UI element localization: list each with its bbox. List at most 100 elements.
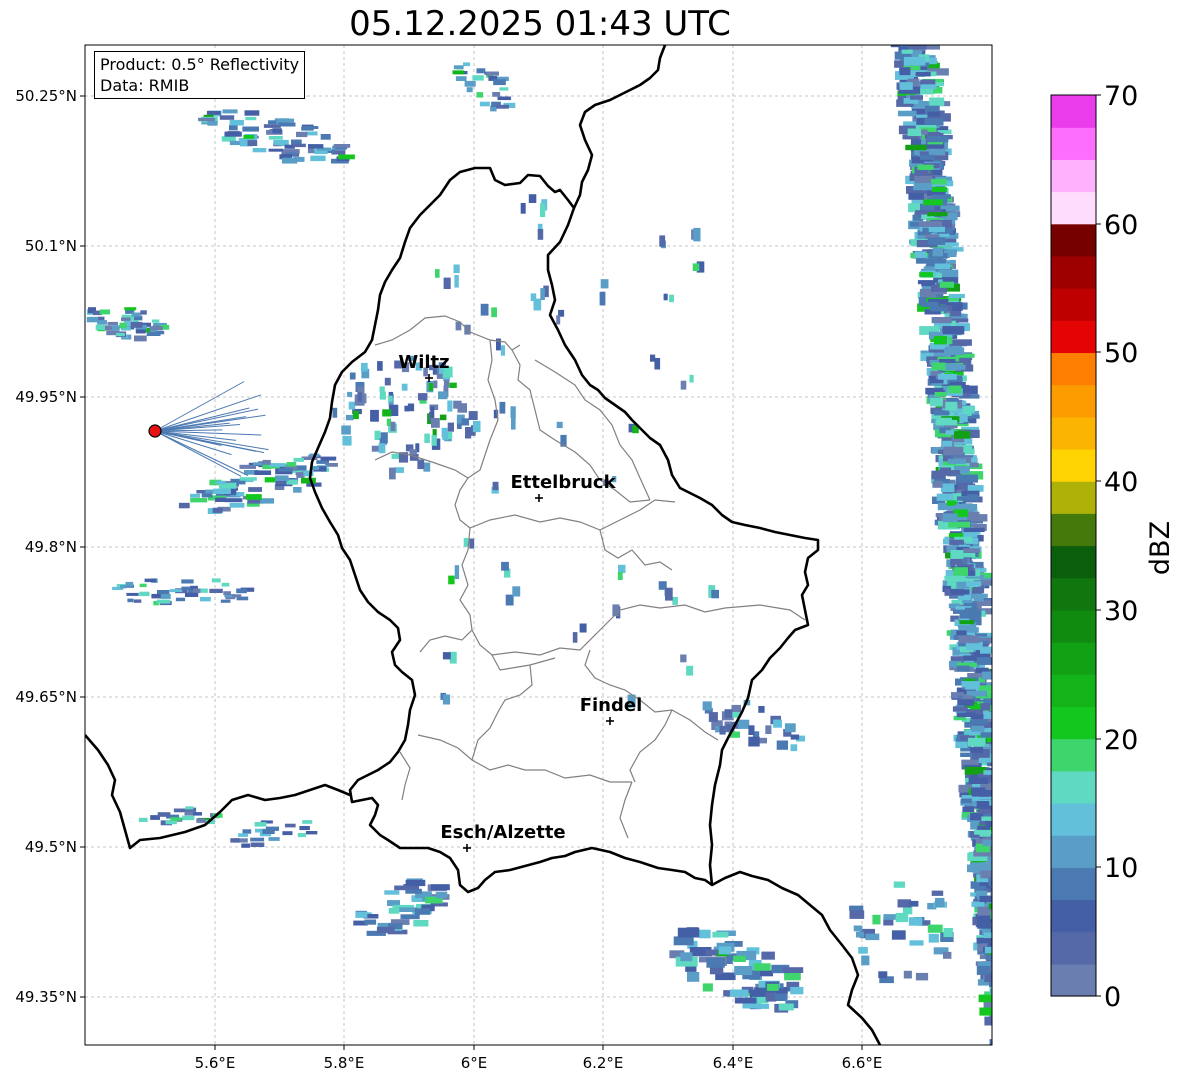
radar-echo [993, 947, 1003, 952]
radar-echo [556, 421, 563, 429]
radar-site-marker[interactable] [148, 424, 162, 438]
radar-echo [914, 182, 932, 191]
radar-echo [241, 843, 251, 848]
radar-echo [920, 23, 934, 31]
radar-echo [956, 665, 970, 672]
radar-echo [401, 383, 408, 391]
city-label-ettelbruck: Ettelbruck [510, 472, 616, 493]
radar-echo [729, 989, 749, 997]
radar-echo [994, 938, 1011, 942]
radar-echo [265, 826, 279, 831]
radar-echo [992, 896, 1006, 901]
radar-echo [923, 199, 943, 206]
radar-echo [198, 117, 216, 122]
colorbar-segment [1051, 963, 1096, 997]
radar-echo [997, 941, 1014, 950]
y-tick-label: 49.8°N [25, 538, 77, 556]
radar-echo [991, 989, 992, 996]
radar-echo [957, 699, 974, 706]
radar-echo [985, 954, 992, 961]
radar-echo [910, 36, 928, 42]
radar-echo [990, 989, 992, 997]
radar-echo [979, 1007, 992, 1016]
radar-echo [994, 817, 1006, 823]
radar-echo [134, 335, 147, 342]
radar-echo [938, 359, 956, 364]
radar-echo [680, 654, 687, 663]
radar-echo [223, 591, 231, 596]
radar-echo [181, 586, 191, 590]
radar-echo [299, 826, 310, 831]
radar-echo [986, 711, 992, 717]
radar-echo [379, 391, 386, 400]
radar-echo [285, 823, 296, 828]
radar-echo [915, 72, 931, 77]
radar-echo [133, 599, 142, 603]
radar-echo [984, 1016, 992, 1026]
radar-echo [911, 24, 932, 33]
radar-echo [1006, 1001, 1016, 1009]
radar-echo [1002, 1040, 1020, 1049]
radar-echo [997, 1003, 1013, 1009]
radar-echo [940, 483, 955, 493]
radar-echo [963, 655, 977, 661]
radar-echo [899, 82, 913, 90]
radar-echo [501, 561, 509, 571]
radar-echo [493, 79, 506, 86]
radar-echo [981, 671, 992, 680]
map-area[interactable] [85, 45, 992, 1045]
radar-echo [417, 459, 425, 470]
radar-echo [997, 952, 1010, 959]
radar-echo [983, 1001, 992, 1009]
radar-echo [931, 470, 946, 480]
radar-echo [954, 431, 971, 439]
radar-echo [774, 993, 788, 1000]
radar-echo [333, 144, 351, 148]
radar-echo [414, 908, 431, 915]
radar-echo [125, 581, 134, 587]
radar-echo [853, 925, 863, 932]
radar-echo [984, 973, 992, 983]
radar-echo [934, 336, 947, 345]
radar-echo [254, 470, 272, 475]
radar-echo [665, 587, 673, 601]
radar-echo [734, 966, 753, 976]
radar-echo [247, 140, 258, 146]
radar-echo [448, 575, 455, 585]
colorbar-segment [1051, 770, 1096, 804]
radar-echo [993, 868, 1007, 874]
radar-echo [175, 597, 186, 602]
radar-echo [144, 578, 157, 583]
radar-echo [997, 987, 1008, 994]
radar-echo [192, 588, 201, 594]
radar-echo [925, 144, 944, 149]
radar-echo [1005, 1036, 1020, 1043]
radar-echo [1004, 961, 1021, 968]
radar-echo [858, 947, 868, 954]
radar-echo [988, 903, 992, 910]
radar-echo [995, 888, 1015, 895]
radar-echo [496, 338, 501, 351]
radar-echo [252, 148, 267, 153]
radar-echo [948, 521, 971, 528]
radar-echo [995, 802, 1013, 806]
radar-echo [1000, 961, 1015, 968]
radar-echo [199, 597, 211, 602]
radar-echo [939, 281, 954, 288]
radar-echo [733, 955, 746, 962]
radar-echo [778, 1003, 794, 1011]
radar-echo [718, 946, 732, 955]
radar-echo [995, 875, 1015, 883]
radar-echo [465, 427, 472, 439]
radar-echo [1004, 990, 1023, 997]
radar-echo [452, 70, 465, 75]
radar-echo [996, 990, 1012, 996]
radar-echo [435, 891, 448, 899]
radar-echo [993, 842, 1015, 850]
radar-echo [190, 493, 200, 498]
radar-echo [934, 263, 951, 270]
radar-echo [950, 550, 964, 559]
radar-echo [1005, 1049, 1015, 1058]
radar-echo [990, 966, 992, 972]
radar-echo [384, 890, 400, 895]
